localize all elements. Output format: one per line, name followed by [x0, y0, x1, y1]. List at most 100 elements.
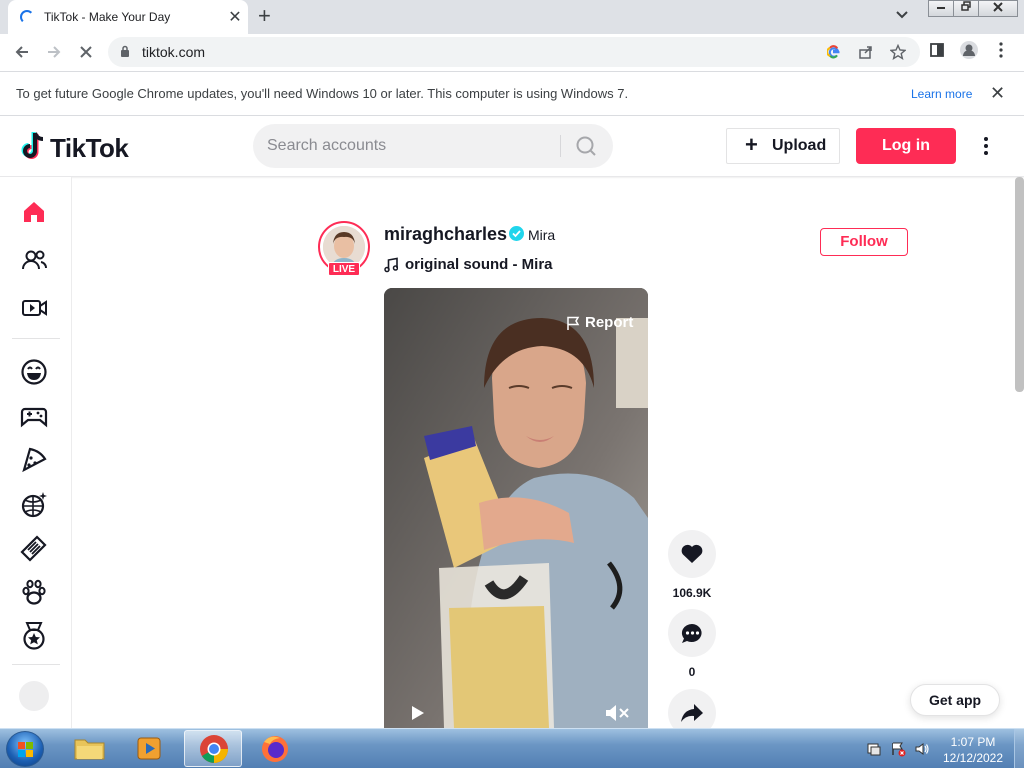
- sidebar-separator: [12, 338, 60, 339]
- creator-nickname[interactable]: Mira: [528, 227, 555, 243]
- media-player-icon: [137, 737, 161, 760]
- pizza-icon: [22, 447, 47, 473]
- comment-button[interactable]: [668, 609, 716, 657]
- browser-tab-strip: TikTok - Make Your Day ✕ +: [0, 0, 1024, 34]
- upload-label: Upload: [772, 137, 827, 154]
- search-icon[interactable]: [567, 130, 605, 162]
- volume-icon[interactable]: [914, 741, 930, 757]
- comment-count: 0: [688, 665, 696, 679]
- sidebar-item-gaming[interactable]: [16, 398, 52, 434]
- sidebar-item-food[interactable]: [16, 442, 52, 478]
- search-bar: [253, 124, 613, 168]
- sidebar-item-comedy[interactable]: [16, 354, 52, 390]
- taskbar-firefox[interactable]: [246, 730, 304, 767]
- play-icon[interactable]: [408, 704, 426, 722]
- medal-icon: [23, 622, 45, 650]
- tab-title: TikTok - Make Your Day: [44, 10, 171, 24]
- minimize-button[interactable]: [928, 0, 954, 17]
- network-icon[interactable]: [890, 741, 906, 757]
- tiktok-logo-text: TikTok: [50, 133, 129, 163]
- lock-icon[interactable]: [120, 45, 130, 57]
- sound-name: original sound - Mira: [405, 256, 553, 273]
- sidebar-item-home[interactable]: [16, 194, 52, 230]
- creator-username[interactable]: miraghcharles: [384, 224, 507, 245]
- home-icon: [24, 202, 44, 222]
- sidebar-item-live[interactable]: [16, 290, 52, 326]
- forward-button[interactable]: [42, 40, 66, 64]
- learn-more-link[interactable]: Learn more: [911, 87, 972, 101]
- infobar-message: To get future Google Chrome updates, you…: [16, 86, 629, 101]
- taskbar-chrome[interactable]: [184, 730, 242, 767]
- url-text[interactable]: tiktok.com: [142, 44, 205, 60]
- verified-badge-icon: [509, 226, 524, 241]
- taskbar-explorer[interactable]: [60, 730, 118, 767]
- heart-icon: [681, 544, 703, 563]
- bookmark-star-icon[interactable]: [888, 42, 908, 64]
- folder-icon: [74, 739, 105, 760]
- clock-time[interactable]: 1:07 PM: [936, 735, 1010, 749]
- restore-button[interactable]: [953, 0, 979, 17]
- search-divider: [560, 135, 561, 157]
- mute-icon[interactable]: [604, 703, 630, 723]
- more-menu-icon[interactable]: [976, 132, 996, 160]
- browser-toolbar: tiktok.com: [0, 34, 1024, 71]
- upload-button[interactable]: + Upload: [726, 128, 840, 164]
- comb-icon: [20, 535, 47, 562]
- sidebar-separator: [12, 664, 60, 665]
- taskbar-media-player[interactable]: [122, 730, 180, 767]
- chrome-icon: [200, 735, 228, 763]
- infobar-close-button[interactable]: ✕: [990, 83, 1005, 104]
- start-button[interactable]: [6, 731, 44, 767]
- like-button[interactable]: [668, 530, 716, 578]
- sidebar-item-dance[interactable]: [16, 486, 52, 522]
- get-app-button[interactable]: Get app: [910, 684, 1000, 716]
- firefox-icon: [262, 736, 288, 762]
- chrome-menu-icon[interactable]: [990, 42, 1012, 63]
- video-player[interactable]: [384, 288, 648, 728]
- follow-button[interactable]: Follow: [820, 228, 908, 256]
- laughing-face-icon: [21, 359, 47, 385]
- live-badge: LIVE: [328, 262, 360, 276]
- music-note-icon: [384, 257, 398, 273]
- page-scrollbar[interactable]: [1015, 177, 1024, 392]
- loading-spinner-icon: [20, 10, 34, 24]
- flag-icon: [567, 316, 580, 330]
- video-frame: [384, 288, 648, 728]
- windows-taskbar: 1:07 PM 12/12/2022: [0, 728, 1024, 768]
- sidebar-item-following[interactable]: [16, 242, 52, 278]
- like-count: 106.9K: [672, 586, 712, 600]
- address-bar[interactable]: tiktok.com: [108, 37, 920, 67]
- sidebar-account-avatar[interactable]: [19, 681, 49, 711]
- paw-icon: [22, 579, 46, 605]
- share-icon[interactable]: [856, 42, 876, 64]
- tab-search-chevron-icon[interactable]: [896, 6, 908, 22]
- tiktok-sidebar: [0, 177, 72, 728]
- new-tab-button[interactable]: +: [258, 3, 271, 29]
- live-camera-icon: [22, 300, 47, 316]
- back-button[interactable]: [10, 40, 34, 64]
- search-input[interactable]: [267, 124, 547, 168]
- side-panel-icon[interactable]: [926, 42, 948, 63]
- google-lens-icon[interactable]: [824, 42, 844, 63]
- sidebar-item-beauty[interactable]: [16, 530, 52, 566]
- stop-loading-button[interactable]: [74, 40, 98, 64]
- tab-close-button[interactable]: ✕: [225, 7, 245, 27]
- disco-ball-icon: [21, 492, 47, 518]
- browser-tab[interactable]: TikTok - Make Your Day ✕: [8, 0, 248, 34]
- show-desktop-button[interactable]: [1014, 729, 1024, 768]
- login-button[interactable]: Log in: [856, 128, 956, 164]
- update-infobar: To get future Google Chrome updates, you…: [0, 71, 1024, 116]
- tiktok-header: TikTok + Upload Log in: [0, 116, 1024, 177]
- window-close-button[interactable]: [978, 0, 1018, 17]
- sidebar-item-sports[interactable]: [16, 618, 52, 654]
- comment-icon: [681, 623, 702, 643]
- clock-date[interactable]: 12/12/2022: [936, 751, 1010, 765]
- windows-logo-icon: [18, 742, 33, 757]
- gamepad-icon: [20, 407, 48, 428]
- action-center-flag-icon[interactable]: [866, 741, 882, 757]
- sidebar-item-animals[interactable]: [16, 574, 52, 610]
- report-label: Report: [585, 314, 634, 331]
- plus-icon: +: [745, 132, 758, 157]
- profile-avatar-icon[interactable]: [958, 41, 980, 65]
- people-icon: [22, 250, 48, 270]
